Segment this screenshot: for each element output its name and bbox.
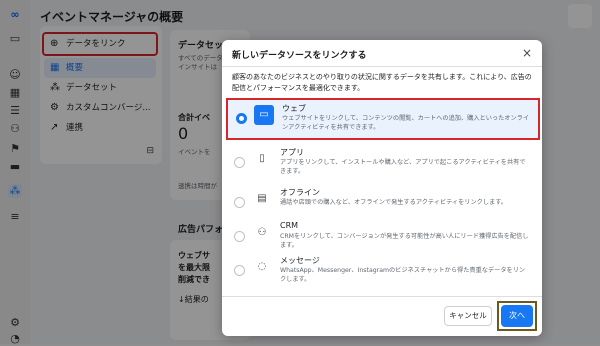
radio[interactable] <box>234 197 245 208</box>
option-desc: アプリをリンクして、インストールや購入など、アプリで起こるアクティビティを共有で… <box>280 159 526 175</box>
option-title: オフライン <box>280 188 320 197</box>
cancel-button[interactable]: キャンセル <box>444 306 492 326</box>
store-icon: ▤ <box>257 193 267 204</box>
option-desc: WhatsApp、Messenger、Instagramのビジネスチャットから得… <box>280 267 526 283</box>
radio[interactable] <box>234 231 245 242</box>
crm-icon: ⚇ <box>257 227 267 238</box>
divider <box>222 66 542 67</box>
next-button[interactable]: 次へ <box>501 305 533 327</box>
divider <box>222 296 542 297</box>
option-title: ウェブ <box>282 104 306 113</box>
option-messages[interactable]: ◌ メッセージ WhatsApp、Messenger、Instagramのビジネ… <box>226 252 536 290</box>
option-desc: ウェブサイトをリンクして、コンテンツの閲覧、カートへの追加、購入といったオンライ… <box>282 115 530 131</box>
radio[interactable] <box>234 265 245 276</box>
option-title: メッセージ <box>280 256 320 265</box>
radio[interactable] <box>234 157 245 168</box>
option-title: アプリ <box>280 148 304 157</box>
link-data-source-dialog: 新しいデータソースをリンクする × 顧客のあなたのビジネスとのやり取りの状況に関… <box>222 40 542 336</box>
option-title: CRM <box>280 221 299 230</box>
dialog-title: 新しいデータソースをリンクする <box>232 51 367 61</box>
option-desc: 通話や店頭での購入など、オフラインで発生するアクティビティをリンクします。 <box>280 199 507 206</box>
chat-icon: ◌ <box>257 261 267 272</box>
option-crm[interactable]: ⚇ CRM CRMをリンクして、コンバージョンが発生する可能性が高い人にリード獲… <box>226 218 536 256</box>
laptop-icon: ▭ <box>254 105 274 125</box>
radio-selected[interactable] <box>236 113 247 124</box>
dialog-description: 顧客のあなたのビジネスとのやり取りの状況に関するデータを共有します。これにより、… <box>232 73 532 92</box>
option-offline[interactable]: ▤ オフライン 通話や店頭での購入など、オフラインで発生するアクティビティをリン… <box>226 184 536 222</box>
option-app[interactable]: ▯ アプリ アプリをリンクして、インストールや購入など、アプリで起こるアクティビ… <box>226 144 536 182</box>
option-desc: CRMをリンクして、コンバージョンが発生する可能性が高い人にリード獲得広告を配信… <box>280 233 529 249</box>
phone-icon: ▯ <box>259 153 265 164</box>
next-button-highlight: 次へ <box>497 301 537 331</box>
close-icon[interactable]: × <box>522 46 532 60</box>
option-web[interactable]: ▭ ウェブ ウェブサイトをリンクして、コンテンツの閲覧、カートへの追加、購入とい… <box>226 98 540 140</box>
